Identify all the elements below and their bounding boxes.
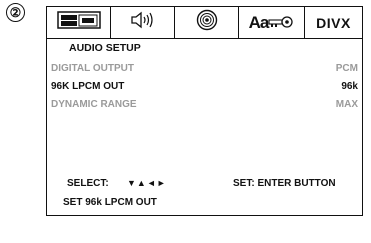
enter-button-hint: SET: ENTER BUTTON xyxy=(233,178,336,189)
general-setup-icon xyxy=(56,9,102,36)
divx-icon: DIVX xyxy=(316,14,351,31)
audio-speaker-icon xyxy=(128,9,158,36)
status-footer-text: SET 96k LPCM OUT xyxy=(63,197,157,208)
tab-disc-setup[interactable] xyxy=(175,7,239,38)
navigation-arrows-icon: ▼▲◄► xyxy=(127,178,167,188)
step-number-badge: ② xyxy=(6,3,25,22)
select-hint-label: SELECT: xyxy=(67,178,109,189)
setting-label: 96K LPCM OUT xyxy=(51,81,125,92)
setup-menu-window: Aa DIVX AUDIO SETUP DIGITAL OUTPUT PCM 9… xyxy=(46,6,363,216)
disc-icon xyxy=(193,9,221,36)
setting-value: MAX xyxy=(335,99,358,110)
tab-language-setup[interactable]: Aa xyxy=(239,7,305,38)
tab-general-setup[interactable] xyxy=(47,7,111,38)
menu-title: AUDIO SETUP xyxy=(69,42,141,54)
language-key-icon: Aa xyxy=(249,13,295,33)
setting-label: DYNAMIC RANGE xyxy=(51,99,137,110)
setting-value: PCM xyxy=(335,63,358,74)
tab-audio-setup[interactable] xyxy=(111,7,175,38)
setting-label: DIGITAL OUTPUT xyxy=(51,63,134,74)
setting-value: 96k xyxy=(341,81,358,92)
menu-tab-bar: Aa DIVX xyxy=(47,7,362,39)
tab-divx-setup[interactable]: DIVX xyxy=(305,7,362,38)
